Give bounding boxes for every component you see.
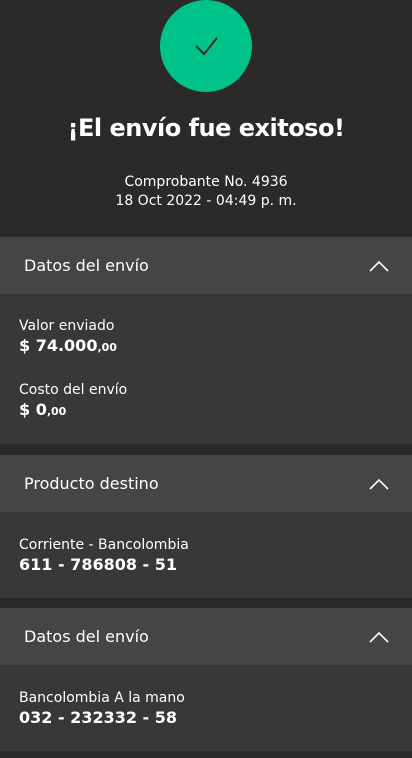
voucher-info: Comprobante No. 4936 18 Oct 2022 - 04:49…	[0, 173, 412, 211]
field-value-valor-enviado: $ 74.000,00	[19, 336, 117, 355]
field-label-cuenta-destino: Corriente - Bancolombia	[19, 537, 189, 553]
chevron-up-icon[interactable]	[368, 259, 390, 273]
section-header-producto-destino[interactable]: Producto destino	[0, 455, 412, 512]
divider	[0, 751, 412, 758]
field-value-costo-envio: $ 0,00	[19, 400, 66, 419]
section-body-datos-envio-2: Bancolombia A la mano 032 - 232332 - 58	[0, 665, 412, 751]
field-value-cuenta-destino: 611 - 786808 - 51	[19, 555, 178, 574]
checkmark-icon	[195, 37, 218, 56]
section-header-datos-envio[interactable]: Datos del envío	[0, 237, 412, 294]
voucher-number: Comprobante No. 4936	[124, 174, 288, 190]
section-title: Datos del envío	[24, 627, 149, 646]
amount-cents: ,00	[46, 405, 67, 418]
page-title: ¡El envío fue exitoso!	[67, 114, 345, 142]
section-title: Producto destino	[24, 474, 159, 493]
amount-main: $ 74.000	[19, 336, 98, 355]
section-header-datos-envio-2[interactable]: Datos del envío	[0, 608, 412, 665]
chevron-up-icon[interactable]	[368, 477, 390, 491]
voucher-datetime: 18 Oct 2022 - 04:49 p. m.	[115, 193, 297, 209]
amount-main: $ 0	[19, 400, 47, 419]
section-body-datos-envio: Valor enviado $ 74.000,00 Costo del enví…	[0, 294, 412, 444]
divider	[0, 598, 412, 608]
receipt-header: ¡El envío fue exitoso! Comprobante No. 4…	[0, 0, 412, 236]
field-label-costo-envio: Costo del envío	[19, 382, 128, 398]
chevron-up-icon[interactable]	[368, 630, 390, 644]
divider	[0, 444, 412, 455]
success-badge	[160, 0, 252, 92]
field-label-valor-enviado: Valor enviado	[19, 318, 115, 334]
amount-cents: ,00	[97, 341, 117, 354]
field-label-origen: Bancolombia A la mano	[19, 690, 185, 706]
field-value-origen: 032 - 232332 - 58	[19, 708, 178, 727]
section-title: Datos del envío	[24, 256, 149, 275]
section-body-producto-destino: Corriente - Bancolombia 611 - 786808 - 5…	[0, 512, 412, 598]
